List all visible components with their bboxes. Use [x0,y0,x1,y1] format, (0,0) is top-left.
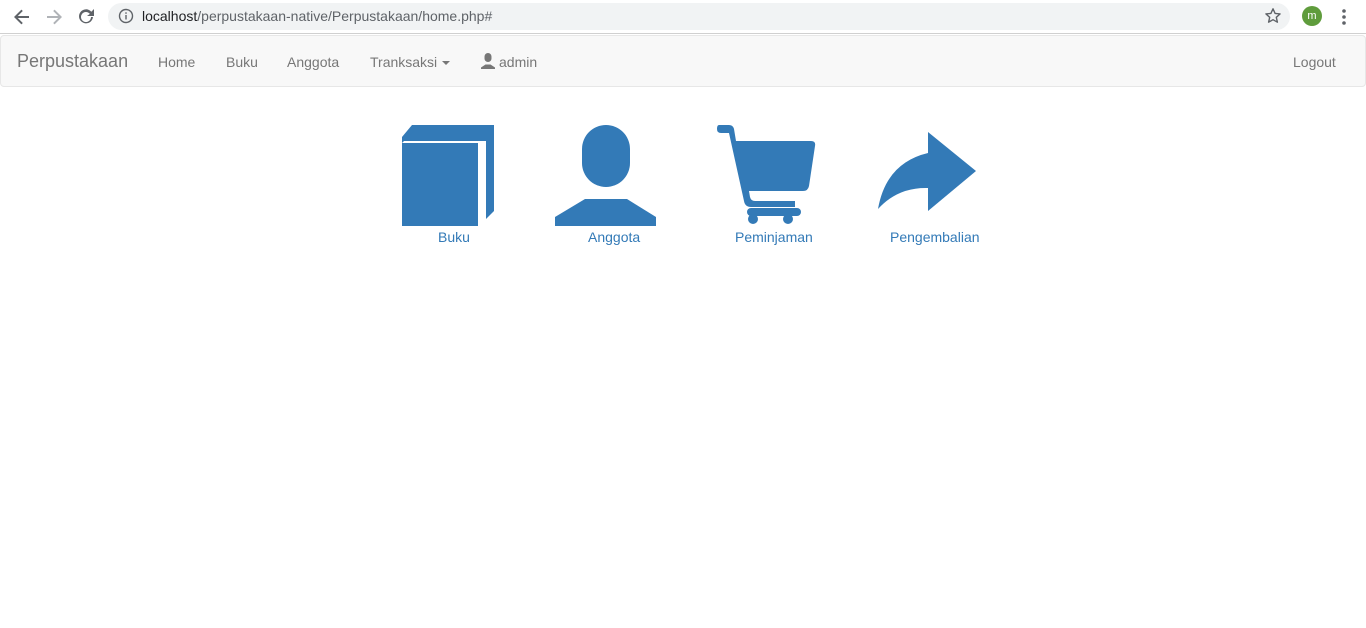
user-icon [481,53,495,69]
forward-arrow-icon [47,9,62,25]
nav-user[interactable]: admin [481,53,537,71]
share-arrow-icon [878,132,976,211]
url-path: /perpustakaan-native/Perpustakaan/home.p… [197,8,493,24]
reload-button[interactable] [74,5,98,29]
back-arrow-icon [14,9,29,25]
reload-icon [79,9,94,24]
tile-buku-label: Buku [438,229,470,245]
nav-transaksi-dropdown[interactable]: Tranksaksi [370,53,451,71]
caret-down-icon [442,61,451,66]
tile-anggota[interactable]: Anggota [555,125,657,249]
star-icon[interactable] [1264,7,1282,25]
tile-buku[interactable]: Buku [402,125,496,249]
tile-peminjaman[interactable]: Peminjaman [715,125,819,249]
profile-avatar[interactable]: m [1302,6,1322,26]
navbar-brand[interactable]: Perpustakaan [17,51,128,71]
address-bar[interactable]: localhost/perpustakaan-native/Perpustaka… [108,3,1290,30]
more-vert-icon[interactable] [1336,7,1352,27]
tile-peminjaman-label: Peminjaman [735,229,813,245]
nav-anggota[interactable]: Anggota [287,53,339,71]
nav-home[interactable]: Home [158,53,195,71]
url-text[interactable]: localhost/perpustakaan-native/Perpustaka… [142,8,492,25]
browser-toolbar: localhost/perpustakaan-native/Perpustaka… [0,0,1366,34]
forward-button[interactable] [42,5,66,29]
book-icon [402,125,494,226]
tile-pengembalian[interactable]: Pengembalian [876,125,988,249]
user-icon [555,125,656,226]
nav-user-label: admin [499,54,538,70]
back-button[interactable] [10,5,34,29]
main-navbar: Perpustakaan Home Buku Anggota Tranksaks… [0,35,1366,87]
shopping-cart-icon [717,125,816,224]
tile-anggota-label: Anggota [588,229,641,245]
tile-pengembalian-label: Pengembalian [890,229,980,245]
url-host: localhost [142,8,198,24]
nav-logout[interactable]: Logout [1293,53,1336,71]
nav-transaksi-label: Tranksaksi [370,54,438,70]
nav-buku[interactable]: Buku [226,53,258,71]
info-icon[interactable] [118,8,134,24]
